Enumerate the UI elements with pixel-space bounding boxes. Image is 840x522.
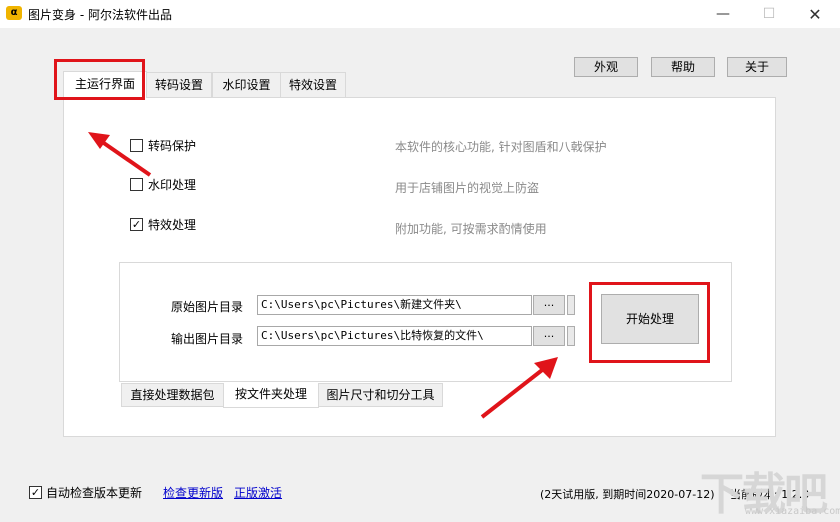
source-side-handle bbox=[567, 295, 575, 315]
output-dir-label: 输出图片目录 bbox=[171, 332, 244, 346]
trial-text: (2天试用版, 到期时间2020-07-12) bbox=[540, 488, 715, 501]
appearance-button[interactable]: 外观 bbox=[574, 57, 638, 77]
effects-process-desc: 附加功能, 可按需求酌情使用 bbox=[395, 222, 547, 236]
effects-process-label: 特效处理 bbox=[148, 218, 197, 232]
source-dir-field[interactable]: C:\Users\pc\Pictures\新建文件夹\ bbox=[257, 295, 532, 315]
close-button[interactable]: ✕ bbox=[792, 0, 838, 28]
source-browse-button[interactable]: ... bbox=[533, 295, 565, 315]
tab-size-split-tool[interactable]: 图片尺寸和切分工具 bbox=[318, 383, 443, 407]
tab-highlight-box bbox=[54, 59, 145, 100]
help-button[interactable]: 帮助 bbox=[651, 57, 715, 77]
tab-by-folder[interactable]: 按文件夹处理 bbox=[223, 383, 319, 408]
auto-check-checkbox[interactable]: ✓ bbox=[29, 486, 42, 499]
annotation-arrow-icon bbox=[88, 132, 152, 177]
auto-check-label: 自动检查版本更新 bbox=[46, 486, 143, 500]
output-dir-field[interactable]: C:\Users\pc\Pictures\比特恢复的文件\ bbox=[257, 326, 532, 346]
tab-direct-package[interactable]: 直接处理数据包 bbox=[121, 383, 224, 407]
source-dir-label: 原始图片目录 bbox=[171, 300, 244, 314]
output-side-handle bbox=[567, 326, 575, 346]
window-title: 图片变身 - 阿尔法软件出品 bbox=[28, 8, 172, 22]
transcode-protect-desc: 本软件的核心功能, 针对图盾和八戟保护 bbox=[395, 140, 607, 154]
tab-watermark[interactable]: 水印设置 bbox=[212, 72, 281, 98]
minimize-button[interactable]: — bbox=[700, 0, 746, 28]
annotation-arrow-icon-2 bbox=[480, 357, 558, 419]
tab-effects[interactable]: 特效设置 bbox=[280, 72, 346, 98]
start-highlight-box bbox=[589, 282, 710, 363]
site-watermark-url: www.xiazaiba.com bbox=[745, 506, 840, 517]
maximize-button[interactable]: ☐ bbox=[746, 0, 792, 28]
app-logo-icon: α bbox=[6, 6, 22, 20]
watermark-process-desc: 用于店铺图片的视觉上防盗 bbox=[395, 181, 540, 195]
activate-link[interactable]: 正版激活 bbox=[234, 484, 282, 501]
effects-process-checkbox[interactable]: ✓ bbox=[130, 218, 143, 231]
check-update-link[interactable]: 检查更新版 bbox=[163, 484, 223, 501]
tab-transcode[interactable]: 转码设置 bbox=[146, 72, 212, 98]
output-browse-button[interactable]: ... bbox=[533, 326, 565, 346]
about-button[interactable]: 关于 bbox=[727, 57, 787, 77]
